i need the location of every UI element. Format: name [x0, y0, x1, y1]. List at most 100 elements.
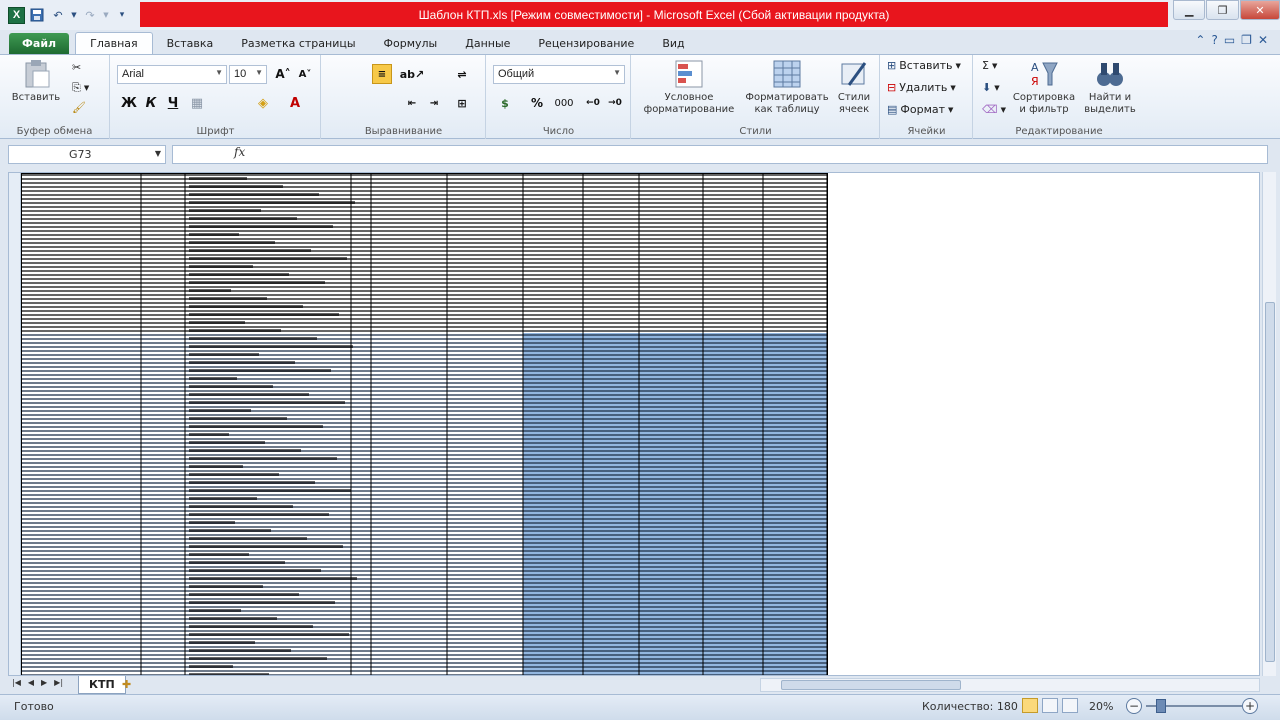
worksheet-grid[interactable]	[8, 172, 1260, 676]
horizontal-scroll-thumb[interactable]	[781, 680, 961, 690]
find-select-button[interactable]: Найти и выделить	[1078, 59, 1142, 116]
font-group-label: Шрифт	[196, 126, 235, 137]
last-sheet-icon[interactable]: ▶|	[54, 678, 63, 687]
editing-group-label: Редактирование	[1015, 126, 1103, 137]
tab-file[interactable]: Файл	[9, 33, 70, 54]
grow-font-icon[interactable]: A˄	[273, 64, 293, 84]
insert-cells-button[interactable]: ⊞ Вставить ▼	[887, 59, 961, 72]
help-icon[interactable]: ?	[1211, 33, 1217, 47]
cells-canvas[interactable]	[21, 173, 1260, 676]
cells-group-label: Ячейки	[907, 126, 946, 137]
number-format-select[interactable]: Общий ▼	[493, 65, 625, 84]
clipboard-group-label: Буфер обмена	[16, 126, 93, 137]
maximize-button[interactable]: ❐	[1206, 0, 1239, 20]
window-restore-icon[interactable]: ❐	[1241, 33, 1252, 47]
close-workbook-icon[interactable]: ✕	[1258, 33, 1268, 47]
minimize-button[interactable]: ▁	[1173, 0, 1206, 20]
tab-page-layout[interactable]: Разметка страницы	[227, 32, 369, 54]
zoom-out-button[interactable]: −	[1126, 698, 1142, 714]
zoom-slider-thumb[interactable]	[1156, 699, 1166, 713]
increase-indent-icon[interactable]: ⇥	[424, 93, 444, 113]
page-break-view-icon[interactable]	[1062, 698, 1078, 713]
selected-range[interactable]	[523, 333, 827, 676]
undo-dropdown-icon[interactable]: ▼	[70, 6, 78, 24]
autosum-icon[interactable]: Σ ▼	[982, 59, 997, 72]
alignment-group: ≡ ab↗ ⇌ ⇤ ⇥ ⊞ Выравнивание	[322, 55, 486, 139]
name-box[interactable]: G73 ▼	[8, 145, 166, 164]
vertical-scrollbar[interactable]	[1262, 172, 1276, 676]
font-color-icon[interactable]: A	[285, 93, 305, 113]
tab-insert[interactable]: Вставка	[153, 32, 228, 54]
conditional-formatting-icon	[675, 60, 703, 88]
tab-formulas[interactable]: Формулы	[370, 32, 452, 54]
svg-text:Я: Я	[1031, 75, 1039, 88]
sheet-tab[interactable]: КТП	[78, 676, 126, 694]
merge-center-icon[interactable]: ⊞	[452, 93, 472, 113]
font-size-value: 10	[234, 68, 247, 80]
clear-icon[interactable]: ⌫ ▼	[982, 103, 1006, 116]
bold-button[interactable]: Ж	[119, 93, 139, 113]
conditional-formatting-label-1: Условное	[664, 92, 714, 103]
font-name-select[interactable]: Arial ▼	[117, 65, 227, 84]
shrink-font-icon[interactable]: A˅	[295, 64, 315, 84]
undo-icon[interactable]: ↶	[49, 6, 67, 24]
save-icon[interactable]	[28, 6, 46, 24]
minimize-ribbon-icon[interactable]: ⌃	[1195, 33, 1205, 47]
cell-styles-button[interactable]: Стили ячеек	[832, 59, 876, 116]
format-as-table-label-1: Форматировать	[745, 92, 829, 103]
close-button[interactable]: ✕	[1239, 0, 1280, 20]
row-headers[interactable]	[9, 173, 21, 675]
vertical-scroll-thumb[interactable]	[1265, 302, 1275, 662]
orientation-icon[interactable]: ab↗	[400, 64, 425, 84]
redo-icon[interactable]: ↷	[81, 6, 99, 24]
prev-sheet-icon[interactable]: ◀	[28, 678, 34, 687]
conditional-formatting-button[interactable]: Условное форматирование	[636, 59, 742, 116]
paste-button[interactable]: Вставить	[12, 59, 60, 104]
align-middle-icon[interactable]: ≡	[372, 64, 392, 84]
copy-icon[interactable]: ⎘ ▼	[72, 81, 89, 95]
decrease-decimal-icon[interactable]: →0	[605, 93, 625, 113]
wrap-text-icon[interactable]: ⇌	[452, 64, 472, 84]
underline-button[interactable]: Ч	[163, 93, 183, 113]
cut-icon[interactable]: ✂	[72, 61, 81, 74]
tab-data[interactable]: Данные	[451, 32, 524, 54]
zoom-in-button[interactable]: +	[1242, 698, 1258, 714]
first-sheet-icon[interactable]: |◀	[12, 678, 21, 687]
quick-access-toolbar: X ↶ ▼ ↷ ▼ ▾	[0, 0, 140, 30]
normal-view-icon[interactable]	[1022, 698, 1038, 713]
sort-filter-label-2: и фильтр	[1019, 104, 1069, 115]
format-cells-button[interactable]: ▤ Формат ▼	[887, 103, 953, 116]
thousands-button[interactable]: 000	[551, 93, 577, 113]
format-as-table-button[interactable]: Форматировать как таблицу	[742, 59, 832, 116]
customize-icon[interactable]: ▾	[113, 6, 131, 24]
fill-color-icon[interactable]: ◈	[253, 93, 273, 113]
restore-workbook-icon[interactable]: ▭	[1224, 33, 1235, 47]
italic-button[interactable]: К	[141, 93, 161, 113]
zoom-level[interactable]: 20%	[1089, 700, 1113, 713]
excel-icon[interactable]: X	[8, 6, 25, 24]
sheet-nav: |◀ ◀ ▶ ▶|	[12, 678, 63, 687]
name-box-value: G73	[69, 148, 92, 161]
borders-icon[interactable]: ▦	[187, 93, 207, 113]
redo-dropdown-icon[interactable]: ▼	[102, 6, 110, 24]
clipboard-group: Вставить ✂ ⎘ ▼ 🖌 Буфер обмена	[0, 55, 110, 139]
insert-function-button[interactable]: fx	[234, 145, 245, 159]
next-sheet-icon[interactable]: ▶	[41, 678, 47, 687]
font-size-select[interactable]: 10 ▼	[229, 65, 267, 84]
tab-view[interactable]: Вид	[648, 32, 698, 54]
increase-decimal-icon[interactable]: ←0	[583, 93, 603, 113]
fill-icon[interactable]: ⬇ ▼	[982, 81, 1000, 94]
percent-button[interactable]: %	[527, 93, 547, 113]
currency-icon[interactable]: $	[495, 93, 515, 113]
format-painter-icon[interactable]: 🖌	[72, 101, 86, 114]
formula-input[interactable]	[172, 145, 1268, 164]
page-layout-view-icon[interactable]	[1042, 698, 1058, 713]
conditional-formatting-label-2: форматирование	[643, 104, 735, 115]
insert-sheet-icon[interactable]: ✚	[122, 678, 131, 691]
decrease-indent-icon[interactable]: ⇤	[402, 93, 422, 113]
delete-cells-button[interactable]: ⊟ Удалить ▼	[887, 81, 956, 94]
tab-home[interactable]: Главная	[75, 32, 153, 54]
horizontal-scrollbar[interactable]	[760, 678, 1260, 692]
tab-review[interactable]: Рецензирование	[524, 32, 648, 54]
sort-filter-button[interactable]: АЯ Сортировка и фильтр	[1010, 59, 1078, 116]
